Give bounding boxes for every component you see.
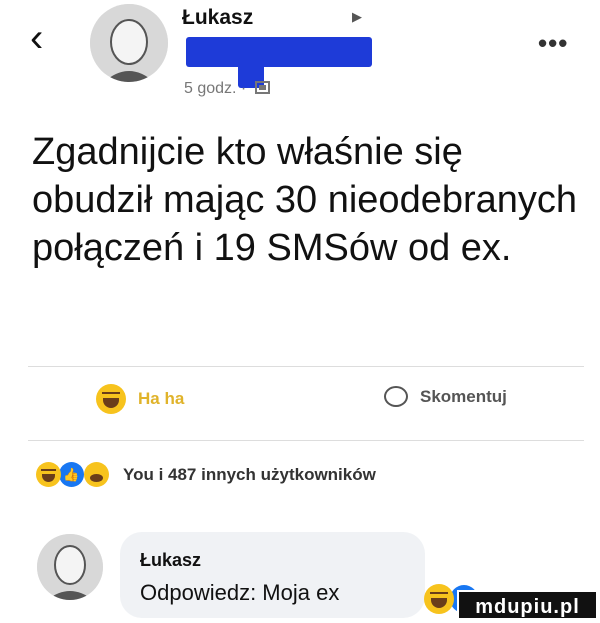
more-dots-icon[interactable]: ••• bbox=[538, 30, 568, 56]
divider bbox=[28, 440, 584, 441]
like-icon: 👍 bbox=[59, 462, 84, 487]
comment-text: Odpowiedz: Moja ex bbox=[140, 580, 340, 605]
haha-button[interactable]: Ha ha bbox=[96, 384, 184, 414]
author-name[interactable]: Łukasz bbox=[182, 6, 253, 30]
comment-bubble-icon bbox=[384, 386, 408, 407]
haha-emoji-icon bbox=[36, 462, 61, 487]
divider bbox=[28, 366, 584, 367]
post-time[interactable]: 5 godz. · bbox=[184, 80, 246, 97]
comment-author[interactable]: Łukasz bbox=[140, 550, 201, 571]
comment-label: Skomentuj bbox=[420, 386, 507, 406]
person-silhouette-icon bbox=[37, 534, 103, 600]
comment-avatar[interactable] bbox=[37, 534, 103, 600]
post-header: ‹ Łukasz ▶ 5 godz. · ••• bbox=[0, 0, 600, 110]
avatar[interactable] bbox=[90, 4, 168, 82]
watermark: mdupiu.pl bbox=[457, 590, 598, 620]
reaction-summary[interactable]: 👍 You i 487 innych użytkowników bbox=[36, 462, 376, 487]
calendar-icon bbox=[254, 81, 270, 94]
post-meta: 5 godz. · bbox=[184, 80, 270, 98]
chevron-left-icon[interactable]: ‹ bbox=[30, 18, 43, 58]
haha-emoji-icon bbox=[96, 384, 126, 414]
reaction-summary-text: You i 487 innych użytkowników bbox=[123, 464, 376, 484]
person-silhouette-icon bbox=[90, 4, 168, 82]
action-bar: Ha ha Skomentuj bbox=[0, 380, 600, 432]
haha-emoji-icon bbox=[424, 584, 454, 614]
wow-emoji-icon bbox=[84, 462, 109, 487]
censor-bar bbox=[186, 37, 372, 67]
caret-right-icon: ▶ bbox=[352, 9, 362, 24]
reaction-icons: 👍 bbox=[36, 462, 109, 487]
haha-label: Ha ha bbox=[138, 389, 185, 408]
post-text: Zgadnijcie kto właśnie się obudził mając… bbox=[32, 131, 578, 269]
comment-button[interactable]: Skomentuj bbox=[384, 386, 507, 407]
